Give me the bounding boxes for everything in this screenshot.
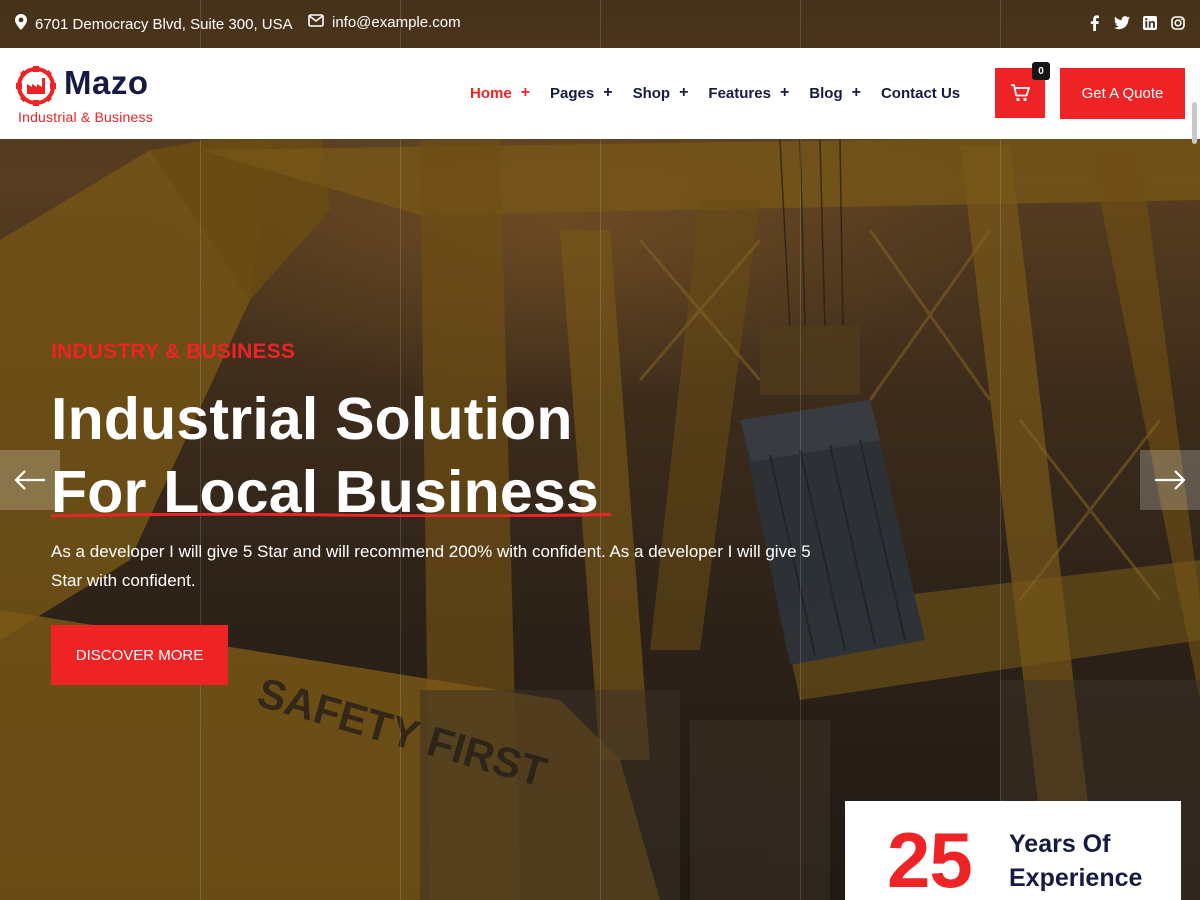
- nav-item-features[interactable]: Features +: [708, 84, 789, 102]
- discover-more-button[interactable]: DISCOVER MORE: [51, 625, 228, 685]
- nav-label: Home: [470, 84, 512, 102]
- envelope-icon: [308, 14, 324, 31]
- social-links: [1086, 14, 1186, 32]
- logo-title: Mazo: [64, 64, 149, 101]
- nav-label: Shop: [632, 84, 671, 102]
- plus-icon: +: [520, 84, 531, 101]
- plus-icon: +: [603, 84, 613, 101]
- gear-factory-icon: [16, 66, 56, 106]
- main-navigation: Home + Pages + Shop + Features + Blog + …: [470, 84, 960, 102]
- hero-eyebrow: INDUSTRY & BUSINESS: [51, 340, 296, 363]
- top-info-bar: 6701 Democracy Blvd, Suite 300, USA info…: [0, 0, 1200, 48]
- nav-item-blog[interactable]: Blog +: [809, 84, 861, 102]
- nav-label: Pages: [550, 84, 595, 102]
- nav-item-shop[interactable]: Shop +: [633, 84, 689, 102]
- cart-count-badge: 0: [1032, 62, 1050, 80]
- email-info[interactable]: info@example.com: [308, 14, 461, 31]
- linkedin-icon[interactable]: [1142, 14, 1158, 32]
- arrow-left-icon: [14, 470, 45, 490]
- nav-item-contact-us[interactable]: Contact Us: [881, 84, 960, 102]
- map-pin-icon: [15, 14, 27, 34]
- experience-years-number: 25: [887, 816, 973, 900]
- address-info: 6701 Democracy Blvd, Suite 300, USA: [15, 14, 293, 34]
- get-a-quote-button[interactable]: Get A Quote: [1060, 68, 1185, 119]
- experience-box: 25 Years Of Experience: [845, 801, 1181, 900]
- slider-prev-button[interactable]: [0, 450, 60, 510]
- facebook-icon[interactable]: [1086, 14, 1102, 32]
- nav-item-home[interactable]: Home +: [470, 84, 530, 102]
- experience-label: Years Of Experience: [1009, 830, 1143, 892]
- nav-label: Blog: [809, 84, 843, 102]
- twitter-icon[interactable]: [1114, 14, 1130, 32]
- address-text: 6701 Democracy Blvd, Suite 300, USA: [35, 15, 293, 33]
- instagram-icon[interactable]: [1170, 14, 1186, 32]
- shopping-cart-icon: [1011, 84, 1030, 102]
- nav-label: Features: [708, 84, 771, 102]
- hero-description: As a developer I will give 5 Star and wi…: [51, 542, 811, 590]
- headline-underline: [51, 513, 611, 517]
- nav-item-pages[interactable]: Pages +: [550, 84, 613, 102]
- plus-icon: +: [779, 84, 790, 101]
- page-scrollbar[interactable]: [1192, 102, 1197, 144]
- slider-next-button[interactable]: [1140, 450, 1200, 510]
- nav-label: Contact Us: [880, 84, 961, 102]
- main-header: Mazo Industrial & Business Home + Pages …: [0, 48, 1200, 144]
- logo-subtitle: Industrial & Business: [18, 109, 153, 125]
- email-link[interactable]: info@example.com: [332, 14, 461, 31]
- hero-headline-line1: Industrial Solution: [51, 386, 573, 452]
- plus-icon: +: [679, 84, 689, 101]
- arrow-right-icon: [1155, 470, 1186, 490]
- plus-icon: +: [851, 84, 861, 101]
